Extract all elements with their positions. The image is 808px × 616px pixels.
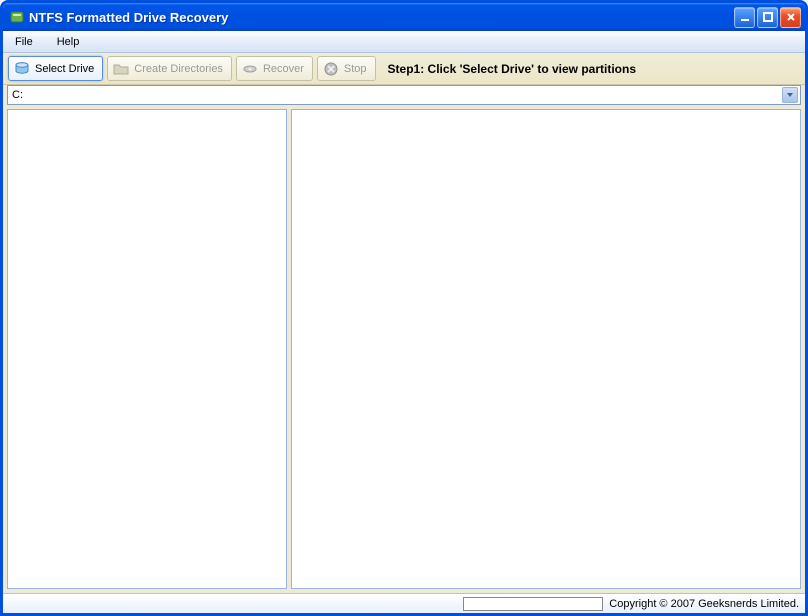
app-window: NTFS Formatted Drive Recovery File Help [0,0,808,616]
menu-help[interactable]: Help [51,34,86,50]
stop-icon [322,60,340,78]
copyright-text: Copyright © 2007 Geeksnerds Limited. [609,598,799,610]
chevron-down-icon[interactable] [782,87,798,103]
stop-button[interactable]: Stop [317,56,376,81]
database-icon [13,60,31,78]
folder-icon [112,60,130,78]
close-button[interactable] [780,7,801,28]
tree-pane[interactable] [7,109,287,589]
select-drive-button[interactable]: Select Drive [8,56,103,81]
drive-dropdown[interactable]: C: [7,85,801,105]
step-instruction: Step1: Click 'Select Drive' to view part… [388,62,636,76]
recover-label: Recover [263,63,304,75]
maximize-button[interactable] [757,7,778,28]
stop-label: Stop [344,63,367,75]
recover-button[interactable]: Recover [236,56,313,81]
list-pane[interactable] [291,109,801,589]
titlebar[interactable]: NTFS Formatted Drive Recovery [3,3,805,31]
drive-dropdown-value: C: [12,89,782,101]
select-drive-label: Select Drive [35,63,94,75]
minimize-button[interactable] [734,7,755,28]
menu-file[interactable]: File [9,34,39,50]
content-area [3,105,805,593]
progress-bar [463,597,603,611]
create-directories-button[interactable]: Create Directories [107,56,232,81]
menubar: File Help [3,31,805,53]
window-title: NTFS Formatted Drive Recovery [29,10,734,25]
create-directories-label: Create Directories [134,63,223,75]
window-controls [734,7,801,28]
app-icon [9,9,25,25]
disk-icon [241,60,259,78]
toolbar: Select Drive Create Directories Recover [3,53,805,85]
statusbar: Copyright © 2007 Geeksnerds Limited. [3,593,805,613]
